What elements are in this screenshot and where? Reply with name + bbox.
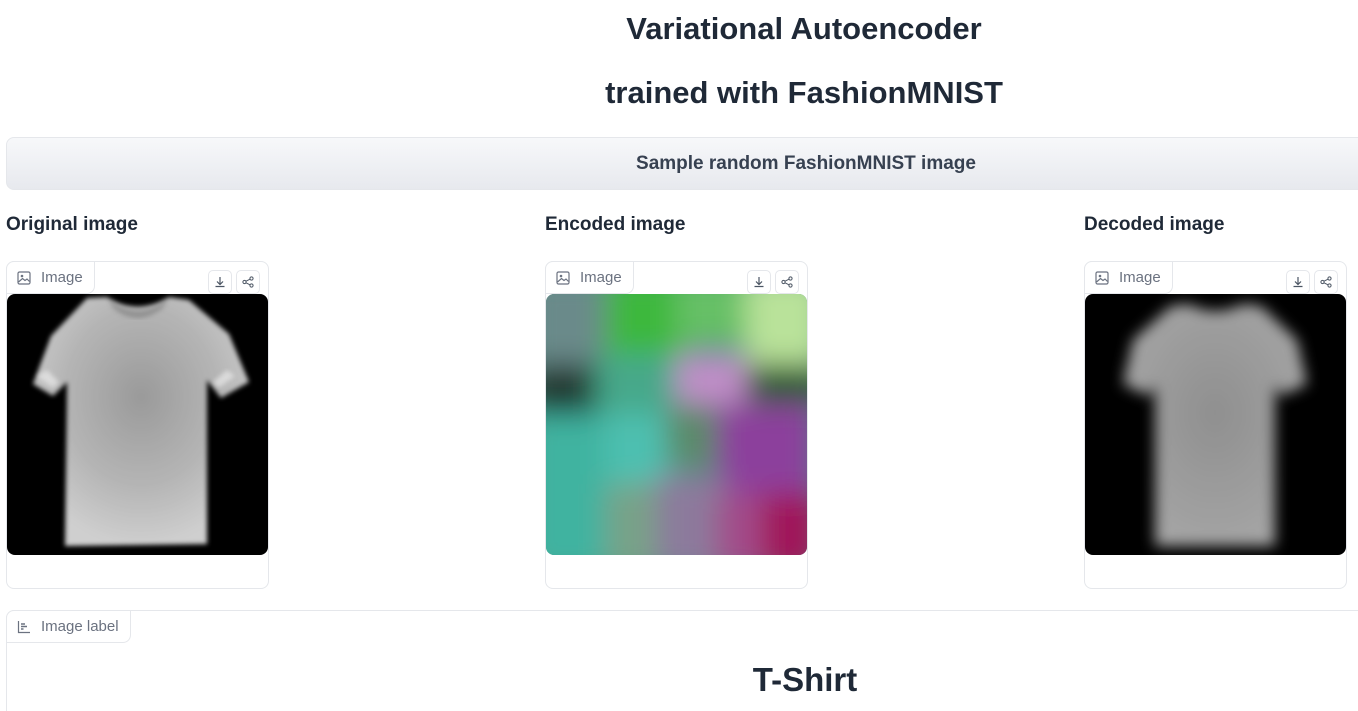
image-tag: Image [545, 261, 634, 294]
image-tag-label: Image [580, 269, 622, 286]
image-icon [1095, 270, 1109, 285]
download-icon [215, 277, 225, 288]
image-tag: Image [1084, 261, 1173, 294]
original-image [7, 294, 268, 555]
image-tag: Image [6, 261, 95, 294]
image-tag-label: Image [41, 269, 83, 286]
original-image-label: Original image [6, 214, 138, 235]
page-title: Variational Autoencoder [626, 11, 982, 46]
page-subtitle: trained with FashionMNIST [605, 75, 1003, 110]
image-icon [17, 270, 31, 285]
image-icon [556, 270, 570, 285]
share-button[interactable] [775, 270, 799, 294]
download-icon [754, 277, 764, 288]
bar-chart-icon [17, 620, 30, 633]
share-button[interactable] [236, 270, 260, 294]
image-label-tag: Image label [6, 610, 131, 643]
download-button[interactable] [747, 270, 771, 294]
share-icon [781, 276, 793, 288]
download-icon [1293, 277, 1303, 288]
encoded-image-label: Encoded image [545, 214, 686, 235]
decoded-image-panel: Image [1084, 261, 1347, 589]
share-button[interactable] [1314, 270, 1338, 294]
app-page: Variational Autoencoder trained with Fas… [0, 0, 1358, 711]
original-image-panel: Image [6, 261, 269, 589]
decoded-image [1085, 294, 1346, 555]
share-icon [1320, 276, 1332, 288]
encoded-image [546, 294, 807, 555]
download-button[interactable] [1286, 270, 1310, 294]
download-button[interactable] [208, 270, 232, 294]
image-label-panel: Image label T-Shirt [6, 610, 1358, 711]
decoded-image-label: Decoded image [1084, 214, 1225, 235]
image-label-tag-text: Image label [41, 618, 119, 635]
sample-random-image-button[interactable]: Sample random FashionMNIST image [6, 137, 1358, 190]
predicted-label-value: T-Shirt [752, 661, 858, 698]
image-tag-label: Image [1119, 269, 1161, 286]
share-icon [242, 276, 254, 288]
encoded-image-panel: Image [545, 261, 808, 589]
